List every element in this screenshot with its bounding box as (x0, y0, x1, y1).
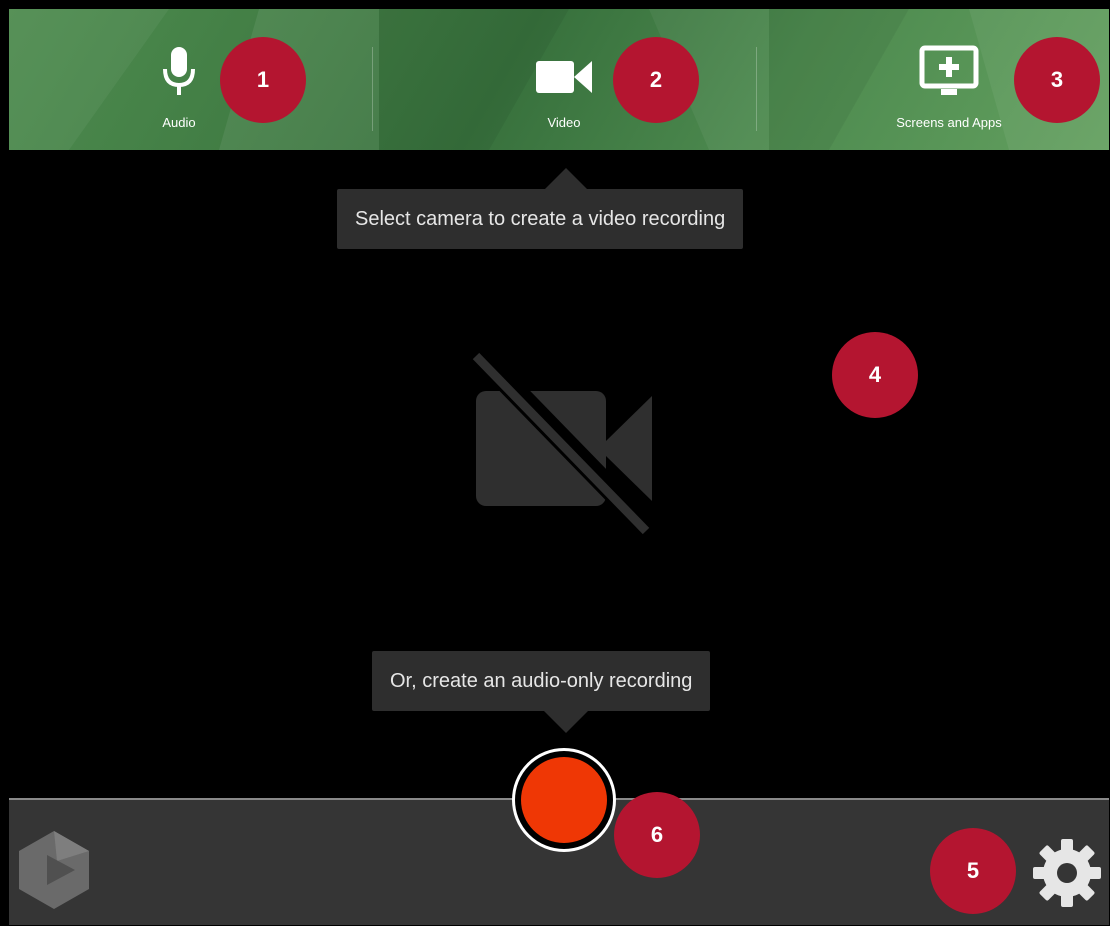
video-source-label: Video (547, 115, 581, 130)
recorder-window: Audio Video Screens and Apps Select came… (0, 0, 1110, 926)
callout-badge: 4 (832, 332, 918, 418)
gear-icon[interactable] (1031, 837, 1103, 914)
record-icon (521, 757, 607, 843)
source-toolbar: Audio Video Screens and Apps (9, 9, 1109, 150)
camera-off-icon (456, 343, 659, 551)
tooltip-arrow (544, 711, 588, 733)
screen-add-icon (919, 45, 979, 97)
screens-source-label: Screens and Apps (896, 115, 1002, 130)
camera-hint-tooltip: Select camera to create a video recordin… (337, 189, 744, 249)
video-source-button[interactable]: Video (514, 9, 614, 150)
toolbar-divider (756, 47, 757, 131)
screens-source-button[interactable]: Screens and Apps (869, 9, 1029, 150)
tooltip-arrow (544, 168, 588, 190)
callout-badge: 5 (930, 828, 1016, 914)
panopto-logo-icon (17, 831, 91, 914)
callout-badge: 1 (220, 37, 306, 123)
video-camera-icon (536, 47, 592, 97)
audio-hint-tooltip: Or, create an audio-only recording (372, 651, 711, 711)
callout-badge: 3 (1014, 37, 1100, 123)
record-button[interactable] (512, 748, 616, 852)
callout-badge: 6 (614, 792, 700, 878)
toolbar-divider (372, 47, 373, 131)
audio-source-label: Audio (162, 115, 196, 130)
callout-badge: 2 (613, 37, 699, 123)
microphone-icon (162, 47, 196, 97)
audio-source-button[interactable]: Audio (129, 9, 229, 150)
